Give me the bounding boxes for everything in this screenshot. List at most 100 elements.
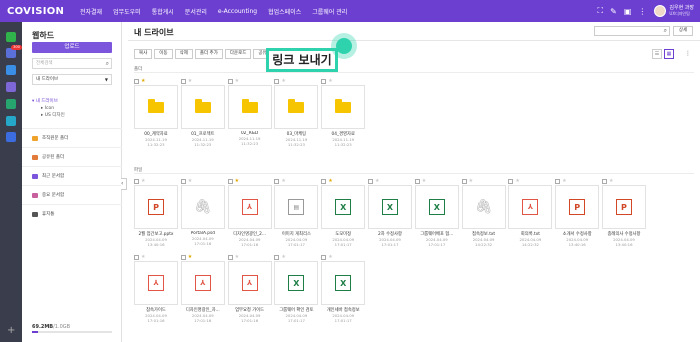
file-card[interactable]: ★ ▤ 이미지 게최리스 2024.04.09 17:01:17 bbox=[274, 177, 319, 247]
approval-app-icon[interactable] bbox=[6, 82, 16, 92]
select-checkbox[interactable] bbox=[508, 178, 514, 184]
star-icon[interactable]: ★ bbox=[235, 177, 239, 185]
select-checkbox[interactable] bbox=[180, 78, 186, 84]
star-icon[interactable]: ★ bbox=[235, 253, 239, 261]
select-checkbox[interactable] bbox=[227, 178, 233, 184]
download-button[interactable]: 다운로드 bbox=[224, 49, 252, 59]
upload-button[interactable]: 업로드 bbox=[32, 42, 112, 53]
sidebar-collapse-button[interactable]: ‹ bbox=[121, 178, 127, 190]
sidebar-item-trash[interactable]: 휴지통 bbox=[22, 204, 122, 223]
select-checkbox[interactable] bbox=[180, 178, 186, 184]
star-icon[interactable]: ★ bbox=[141, 177, 145, 185]
select-checkbox[interactable] bbox=[274, 178, 280, 184]
select-checkbox[interactable] bbox=[321, 254, 327, 260]
select-checkbox[interactable] bbox=[555, 178, 561, 184]
grid-view-icon[interactable]: ▦ bbox=[664, 49, 674, 59]
file-thumbnail[interactable] bbox=[227, 85, 272, 129]
avatar[interactable] bbox=[654, 5, 667, 17]
file-card[interactable]: ★ P 종례의사 수정사항 2024.04.09 13:40:16 bbox=[601, 177, 646, 247]
folder-card[interactable]: ★ 03_마케팅 2024.11.19 11:32:23 bbox=[274, 77, 319, 147]
menu-item[interactable]: 그룹웨어 관리 bbox=[312, 7, 347, 16]
file-thumbnail[interactable]: P bbox=[601, 185, 646, 229]
pen-icon[interactable]: ✎ bbox=[610, 7, 617, 16]
menu-item[interactable]: 협업스페이스 bbox=[268, 7, 301, 16]
add-folder-button[interactable]: 폴더 추가 bbox=[194, 49, 223, 59]
file-card[interactable]: ★ X 2차 수정사항 2024.04.09 17:01:17 bbox=[367, 177, 412, 247]
select-checkbox[interactable] bbox=[227, 254, 233, 260]
contacts-app-icon[interactable] bbox=[6, 116, 16, 126]
select-checkbox[interactable] bbox=[134, 178, 139, 184]
select-checkbox[interactable] bbox=[134, 78, 139, 84]
file-card[interactable]: ★ ⅄ 참속가이드 2024.04.09 17:01:16 bbox=[134, 253, 178, 323]
file-thumbnail[interactable]: ⅄ bbox=[134, 261, 178, 305]
file-card[interactable]: ★ P 소개서 수정사항 2024.04.09 13:40:16 bbox=[555, 177, 600, 247]
file-thumbnail[interactable]: 🖇 bbox=[180, 185, 225, 229]
star-icon[interactable]: ★ bbox=[328, 253, 332, 261]
select-checkbox[interactable] bbox=[321, 78, 327, 84]
file-thumbnail[interactable]: ▤ bbox=[274, 185, 319, 229]
folder-card[interactable]: ★ 00_계약자료 2024.11.19 11:32:23 bbox=[134, 77, 178, 147]
file-card[interactable]: ★ ⅄ 디자인명광인_2... 2024.04.09 17:01:16 bbox=[227, 177, 272, 247]
select-checkbox[interactable] bbox=[274, 78, 280, 84]
search-icon[interactable]: ⌕ bbox=[106, 59, 109, 68]
file-thumbnail[interactable] bbox=[274, 85, 319, 129]
file-thumbnail[interactable]: ⅄ bbox=[227, 185, 272, 229]
star-icon[interactable]: ★ bbox=[328, 177, 332, 185]
send-link-callout[interactable]: 링크 보내기 bbox=[266, 48, 338, 72]
copy-button[interactable]: 복사 bbox=[134, 49, 153, 59]
folder-card[interactable]: ★ 02_R&D 2024.11.19 11:32:23 bbox=[227, 77, 272, 147]
list-view-icon[interactable]: ☰ bbox=[652, 49, 662, 59]
sidebar-item-shared-folder[interactable]: 공유된 폴더 bbox=[22, 147, 122, 166]
file-card[interactable]: ★ 🖇 접속정보.txt 2024.04.09 14:22:32 bbox=[461, 177, 506, 247]
more-options-icon[interactable]: ⋮ bbox=[685, 50, 691, 57]
file-thumbnail[interactable]: X bbox=[321, 261, 366, 305]
star-icon[interactable]: ★ bbox=[281, 177, 285, 185]
tree-root[interactable]: ▾ 내 드라이브 bbox=[32, 98, 65, 105]
file-thumbnail[interactable] bbox=[321, 85, 366, 129]
select-checkbox[interactable] bbox=[601, 178, 607, 184]
select-checkbox[interactable] bbox=[134, 254, 139, 260]
star-icon[interactable]: ★ bbox=[141, 253, 145, 261]
file-thumbnail[interactable]: X bbox=[274, 261, 319, 305]
menu-item[interactable]: 문서관리 bbox=[185, 7, 207, 16]
sidebar-item-recent[interactable]: 최근 문서함 bbox=[22, 166, 122, 185]
file-thumbnail[interactable]: 🖇 bbox=[461, 185, 506, 229]
file-card[interactable]: ★ X 도모미정 2024.04.09 17:01:17 bbox=[321, 177, 366, 247]
select-checkbox[interactable] bbox=[227, 78, 233, 84]
file-thumbnail[interactable]: X bbox=[321, 185, 366, 229]
file-thumbnail[interactable] bbox=[180, 85, 225, 129]
select-checkbox[interactable] bbox=[321, 178, 327, 184]
file-card[interactable]: ★ ⅄ 디자인명광인_자... 2024.04.09 17:01:16 bbox=[180, 253, 225, 323]
move-button[interactable]: 이동 bbox=[154, 49, 173, 59]
file-thumbnail[interactable]: P bbox=[134, 185, 178, 229]
star-icon[interactable]: ★ bbox=[469, 177, 473, 185]
file-card[interactable]: ★ 🖇 PortalA.psd 2024.04.09 17:01:16 bbox=[180, 177, 225, 247]
star-icon[interactable]: ★ bbox=[422, 177, 426, 185]
star-icon[interactable]: ★ bbox=[235, 77, 239, 85]
menu-item[interactable]: 통합게시 bbox=[152, 7, 174, 16]
sidebar-search-input[interactable]: 전체검색 ⌕ bbox=[32, 58, 112, 69]
window-icon[interactable]: ▣ bbox=[624, 7, 632, 16]
file-card[interactable]: ★ ⅄ 회의록.txt 2024.04.09 14:22:32 bbox=[508, 177, 553, 247]
drive-select[interactable]: 내 드라이브 ▼ bbox=[32, 74, 112, 85]
select-checkbox[interactable] bbox=[274, 254, 280, 260]
logo[interactable]: COVISION bbox=[0, 6, 80, 17]
file-card[interactable]: ★ X 그룹웨어배포 협... 2024.04.09 17:01:17 bbox=[414, 177, 459, 247]
select-checkbox[interactable] bbox=[414, 178, 420, 184]
drive-app-icon[interactable] bbox=[6, 99, 16, 109]
select-checkbox[interactable] bbox=[461, 178, 467, 184]
menu-item[interactable]: 업무도우미 bbox=[113, 7, 141, 16]
star-icon[interactable]: ★ bbox=[562, 177, 566, 185]
menu-item[interactable]: 전자결재 bbox=[80, 7, 102, 16]
file-card[interactable]: ★ ⅄ 업무요청 가이드 2024.04.09 17:01:16 bbox=[227, 253, 272, 323]
star-icon[interactable]: ★ bbox=[188, 177, 192, 185]
file-thumbnail[interactable]: ⅄ bbox=[508, 185, 553, 229]
grid-icon[interactable]: ⋮ bbox=[638, 7, 646, 16]
file-thumbnail[interactable]: ⅄ bbox=[227, 261, 272, 305]
sidebar-item-org-folder[interactable]: 조직원문 폴더 bbox=[22, 128, 122, 147]
star-icon[interactable]: ★ bbox=[281, 77, 285, 85]
delete-button[interactable]: 삭제 bbox=[174, 49, 193, 59]
star-icon[interactable]: ★ bbox=[515, 177, 519, 185]
file-card[interactable]: ★ X 개인세바 접속정보 2024.04.09 17:01:17 bbox=[321, 253, 366, 323]
star-icon[interactable]: ★ bbox=[141, 77, 145, 85]
